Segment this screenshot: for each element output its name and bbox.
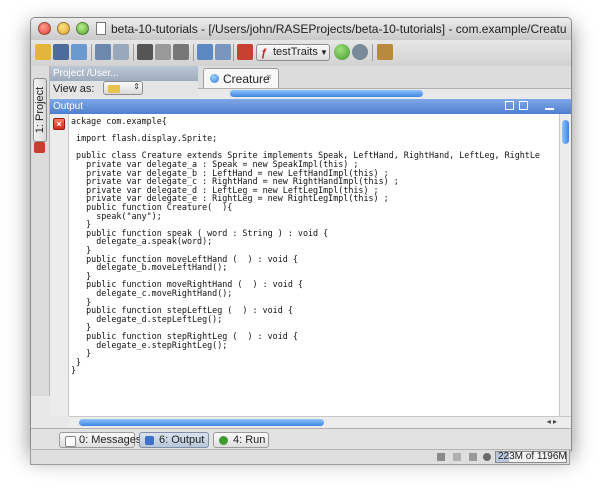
output-horizontal-scrollbar[interactable]: ◂ ▸	[69, 416, 571, 428]
tab-output-label: 6: Output	[159, 434, 205, 446]
tab-messages[interactable]: 0: Messages	[59, 432, 141, 448]
download-icon[interactable]	[558, 101, 567, 110]
editor-tab-bar: Creature ×	[198, 66, 571, 89]
view-as-bar: View as: ⇕	[50, 81, 198, 97]
scrollbar-thumb[interactable]	[230, 90, 423, 97]
toolbar-separator	[91, 44, 92, 61]
project-panel-title: Project /User...	[53, 68, 119, 79]
save-icon[interactable]	[53, 44, 69, 60]
zoom-window-button[interactable]	[76, 22, 89, 35]
minimize-panel-icon[interactable]	[545, 101, 554, 110]
main-toolbar: ƒ testTraits ▼	[31, 40, 571, 67]
restore-icon[interactable]	[505, 101, 514, 110]
stop-process-button[interactable]: ×	[53, 118, 65, 130]
flex-icon: ƒ	[261, 47, 268, 59]
navigate-forward-icon[interactable]	[215, 44, 231, 60]
tool-window-tab-bar: 0: Messages 6: Output 4: Run	[31, 428, 571, 450]
position-icon[interactable]	[437, 453, 445, 461]
run-configuration-label: testTraits	[273, 46, 318, 58]
class-file-icon	[210, 74, 219, 83]
memory-indicator[interactable]: 223M of 1196M	[495, 451, 567, 463]
document-icon	[96, 22, 106, 35]
title-bar[interactable]: beta-10-tutorials - [/Users/john/RASEPro…	[31, 18, 571, 41]
project-side-tab[interactable]: 1: Project	[33, 78, 47, 142]
output-text-area[interactable]: ackage com.example{ import flash.display…	[69, 114, 559, 416]
left-tool-strip: 1: Project	[31, 66, 50, 396]
copy-icon[interactable]	[155, 44, 171, 60]
output-panel-title: Output	[53, 101, 84, 112]
scrollbar-thumb[interactable]	[562, 120, 569, 144]
debug-icon[interactable]	[352, 44, 368, 60]
scrollbar-thumb[interactable]	[79, 419, 324, 426]
close-tab-icon[interactable]: ×	[266, 72, 272, 83]
tab-run-label: 4: Run	[233, 434, 266, 446]
output-line: }	[71, 365, 77, 376]
settings-wrench-icon[interactable]	[377, 44, 393, 60]
cut-icon[interactable]	[137, 44, 153, 60]
run-icon	[219, 436, 228, 445]
paste-icon[interactable]	[173, 44, 189, 60]
output-line: delegate_e.stepRightLeg();	[71, 339, 228, 350]
output-vertical-scrollbar[interactable]	[559, 114, 571, 416]
tab-creature-label: Creature	[223, 72, 270, 86]
pin-icon[interactable]	[533, 101, 542, 110]
chevron-down-icon: ▼	[320, 48, 328, 57]
window-title: beta-10-tutorials - [/Users/john/RASEPro…	[111, 22, 566, 36]
output-line: delegate_c.moveRightHand();	[71, 288, 233, 298]
output-line: ackage com.example{	[71, 116, 167, 126]
synchronize-icon[interactable]	[71, 44, 87, 60]
project-side-tab-label: 1: Project	[34, 86, 46, 134]
status-indicator-icon	[483, 453, 491, 461]
navigate-back-icon[interactable]	[197, 44, 213, 60]
toolbar-separator	[233, 44, 234, 61]
inspection-icon[interactable]	[469, 453, 477, 461]
folder-icon	[108, 85, 120, 93]
messages-icon	[65, 436, 76, 447]
output-panel-header: Output	[50, 99, 571, 114]
float-icon[interactable]	[519, 101, 528, 110]
output-icon	[145, 436, 154, 445]
view-as-label: View as:	[53, 83, 95, 95]
output-line: delegate_b.moveLeftHand();	[71, 262, 228, 273]
tab-output[interactable]: 6: Output	[139, 432, 209, 448]
status-bar: 223M of 1196M	[30, 449, 570, 465]
memory-indicator-label: 223M of 1196M	[498, 451, 567, 462]
toolbar-separator	[133, 44, 134, 61]
output-line: delegate_a.speak(word);	[71, 236, 213, 247]
editor-horizontal-scrollbar[interactable]	[198, 89, 571, 99]
output-panel-controls	[505, 101, 567, 112]
chevron-updown-icon: ⇕	[133, 82, 140, 91]
output-line: import flash.display.Sprite;	[71, 133, 218, 144]
output-gutter: ×	[50, 114, 69, 416]
scroll-arrows-icon[interactable]: ◂ ▸	[547, 417, 557, 426]
redo-icon[interactable]	[113, 44, 129, 60]
build-icon[interactable]	[237, 44, 253, 60]
ide-window: beta-10-tutorials - [/Users/john/RASEPro…	[30, 17, 572, 451]
undo-icon[interactable]	[95, 44, 111, 60]
project-panel-header[interactable]: Project /User...	[50, 66, 198, 81]
project-icon	[34, 142, 45, 153]
tab-creature[interactable]: Creature ×	[203, 68, 279, 88]
output-line: delegate_d.stepLeftLeg();	[71, 313, 223, 324]
tab-messages-label: 0: Messages	[79, 434, 142, 446]
open-folder-icon[interactable]	[35, 44, 51, 60]
view-as-selector[interactable]: ⇕	[103, 81, 143, 95]
close-window-button[interactable]	[38, 22, 51, 35]
tab-run[interactable]: 4: Run	[213, 432, 269, 448]
minimize-window-button[interactable]	[57, 22, 70, 35]
panel-controls-icon[interactable]	[173, 69, 195, 78]
toolbar-separator	[372, 44, 373, 61]
toolbar-separator	[193, 44, 194, 61]
run-icon[interactable]	[334, 44, 350, 60]
run-configuration-selector[interactable]: ƒ testTraits ▼	[256, 44, 330, 61]
lock-icon[interactable]	[453, 453, 461, 461]
